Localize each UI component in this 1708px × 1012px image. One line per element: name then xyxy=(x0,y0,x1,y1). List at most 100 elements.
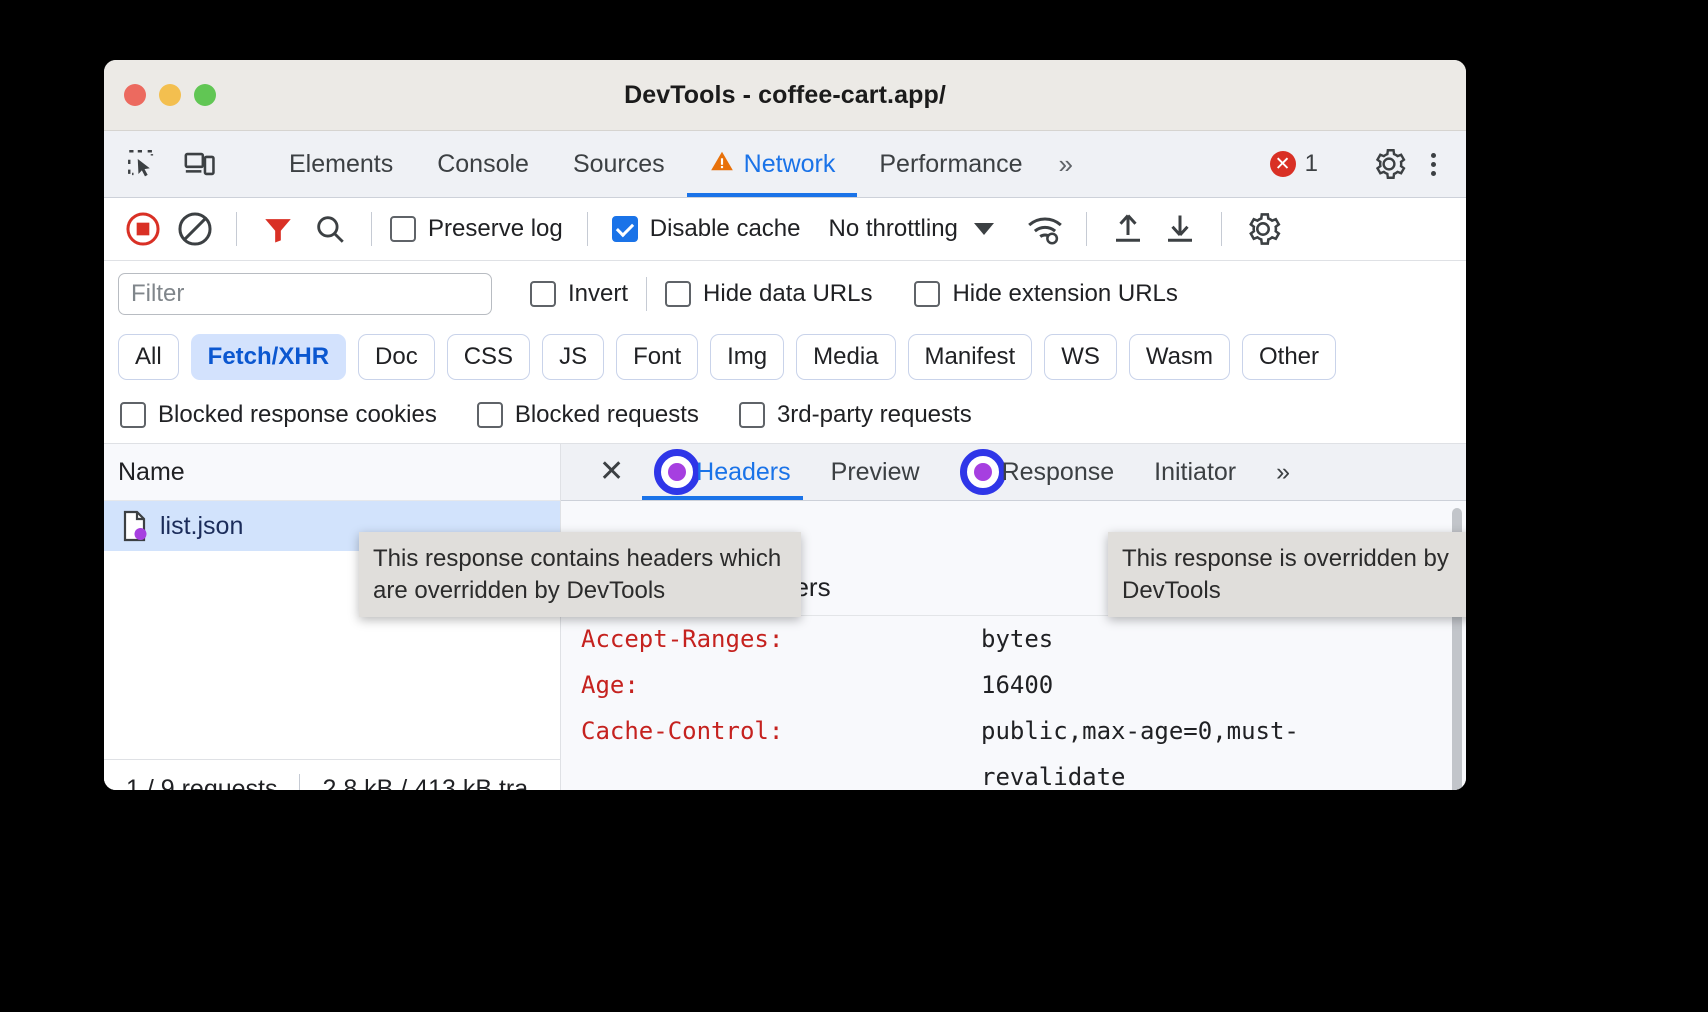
hide-data-urls-label: Hide data URLs xyxy=(703,280,872,308)
tab-initiator[interactable]: Initiator xyxy=(1134,444,1256,500)
more-tabs-icon[interactable]: » xyxy=(1044,131,1086,197)
third-party-requests-box[interactable] xyxy=(739,402,765,428)
preserve-log-box[interactable] xyxy=(390,216,416,242)
requests-count-label: 1 / 9 requests xyxy=(104,775,299,791)
headers-override-badge-icon xyxy=(654,449,700,495)
window-title-bar: DevTools - coffee-cart.app/ xyxy=(104,60,1466,131)
tabbar-left-icons xyxy=(104,131,267,197)
tab-initiator-label: Initiator xyxy=(1154,458,1236,487)
header-value[interactable]: public,max-age=0,must-revalidate xyxy=(981,708,1411,790)
response-override-tooltip: This response is overridden by DevTools xyxy=(1108,532,1466,617)
filter-input[interactable] xyxy=(118,273,492,315)
network-settings-gear-icon[interactable] xyxy=(1240,206,1286,252)
throttling-dropdown[interactable]: No throttling xyxy=(828,215,993,243)
chip-wasm[interactable]: Wasm xyxy=(1129,334,1230,380)
toolbar-divider xyxy=(236,212,237,246)
chip-font[interactable]: Font xyxy=(616,334,698,380)
third-party-requests-label: 3rd-party requests xyxy=(777,401,972,429)
clear-icon[interactable] xyxy=(172,206,218,252)
chip-css[interactable]: CSS xyxy=(447,334,530,380)
chip-manifest[interactable]: Manifest xyxy=(908,334,1033,380)
blocked-requests-checkbox[interactable]: Blocked requests xyxy=(477,401,699,429)
invert-checkbox[interactable]: Invert xyxy=(530,280,628,308)
disable-cache-label: Disable cache xyxy=(650,215,801,243)
hide-extension-urls-label: Hide extension URLs xyxy=(952,280,1177,308)
tab-network-label: Network xyxy=(744,150,836,179)
preserve-log-checkbox[interactable]: Preserve log xyxy=(390,215,563,243)
header-value[interactable]: 16400 xyxy=(981,662,1053,708)
header-value[interactable]: bytes xyxy=(981,616,1053,662)
chip-js[interactable]: JS xyxy=(542,334,604,380)
wifi-settings-icon[interactable] xyxy=(1022,206,1068,252)
blocked-response-cookies-label: Blocked response cookies xyxy=(158,401,437,429)
record-stop-icon[interactable] xyxy=(120,206,166,252)
toolbar-divider xyxy=(587,212,588,246)
chevron-down-icon xyxy=(974,223,994,235)
header-name: Cache-Control: xyxy=(581,708,981,790)
tab-performance[interactable]: Performance xyxy=(857,131,1044,197)
error-count-label: 1 xyxy=(1305,150,1318,178)
toolbar-divider xyxy=(1086,212,1087,246)
chip-other[interactable]: Other xyxy=(1242,334,1336,380)
disable-cache-checkbox[interactable]: Disable cache xyxy=(612,215,801,243)
tab-headers[interactable]: Headers xyxy=(634,444,811,500)
blocked-response-cookies-checkbox[interactable]: Blocked response cookies xyxy=(120,401,437,429)
tab-elements[interactable]: Elements xyxy=(267,131,415,197)
search-icon[interactable] xyxy=(307,206,353,252)
transferred-size-label: 2.8 kB / 413 kB tra xyxy=(300,775,550,791)
blocked-requests-label: Blocked requests xyxy=(515,401,699,429)
tab-network[interactable]: Network xyxy=(687,131,858,197)
download-har-icon[interactable] xyxy=(1157,206,1203,252)
devtools-window: DevTools - coffee-cart.app/ Eleme xyxy=(104,60,1466,790)
chip-fetch-xhr[interactable]: Fetch/XHR xyxy=(191,334,346,380)
chip-all[interactable]: All xyxy=(118,334,179,380)
filter-row: Invert Hide data URLs Hide extension URL… xyxy=(104,261,1466,327)
tab-preview[interactable]: Preview xyxy=(811,444,940,500)
chip-doc[interactable]: Doc xyxy=(358,334,435,380)
third-party-requests-checkbox[interactable]: 3rd-party requests xyxy=(739,401,972,429)
hide-data-urls-box[interactable] xyxy=(665,281,691,307)
tab-response[interactable]: Response xyxy=(940,444,1135,500)
network-toolbar: Preserve log Disable cache No throttling xyxy=(104,198,1466,261)
detail-panel-tabs: ✕ Headers Preview Response Initiator » xyxy=(561,444,1466,501)
tab-console[interactable]: Console xyxy=(415,131,551,197)
header-row-cache-control: Cache-Control: public,max-age=0,must-rev… xyxy=(561,708,1466,790)
invert-label: Invert xyxy=(568,280,628,308)
chip-media[interactable]: Media xyxy=(796,334,895,380)
resource-type-chips: All Fetch/XHR Doc CSS JS Font Img Media … xyxy=(104,327,1466,387)
throttling-value: No throttling xyxy=(828,215,957,243)
gear-icon[interactable] xyxy=(1369,144,1409,184)
page-title: DevTools - coffee-cart.app/ xyxy=(104,81,1466,110)
filter-icon[interactable] xyxy=(255,206,301,252)
upload-har-icon[interactable] xyxy=(1105,206,1151,252)
network-status-bar: 1 / 9 requests 2.8 kB / 413 kB tra xyxy=(104,759,560,790)
hide-extension-urls-checkbox[interactable]: Hide extension URLs xyxy=(914,280,1177,308)
tab-headers-label: Headers xyxy=(696,458,791,487)
error-icon: ✕ xyxy=(1270,151,1296,177)
disable-cache-box[interactable] xyxy=(612,216,638,242)
column-header-name[interactable]: Name xyxy=(104,444,560,501)
blocked-requests-box[interactable] xyxy=(477,402,503,428)
detail-tabs-overflow-icon[interactable]: » xyxy=(1256,444,1310,500)
invert-box[interactable] xyxy=(530,281,556,307)
tab-console-label: Console xyxy=(437,150,529,179)
toolbar-divider xyxy=(371,212,372,246)
blocked-response-cookies-box[interactable] xyxy=(120,402,146,428)
header-name: Age: xyxy=(581,662,981,708)
inspect-element-icon[interactable] xyxy=(122,144,162,184)
tabbar-right-icons: ✕ 1 xyxy=(1260,131,1466,197)
response-override-badge-icon xyxy=(960,449,1006,495)
chip-img[interactable]: Img xyxy=(710,334,784,380)
error-count-badge[interactable]: ✕ 1 xyxy=(1260,150,1328,178)
kebab-menu-icon[interactable] xyxy=(1415,153,1452,176)
additional-filters-row: Blocked response cookies Blocked request… xyxy=(104,387,1466,444)
tab-sources[interactable]: Sources xyxy=(551,131,687,197)
hide-extension-urls-box[interactable] xyxy=(914,281,940,307)
device-toolbar-icon[interactable] xyxy=(180,144,220,184)
close-icon[interactable]: ✕ xyxy=(589,457,634,487)
header-name: Accept-Ranges: xyxy=(581,616,981,662)
chip-ws[interactable]: WS xyxy=(1044,334,1117,380)
hide-data-urls-checkbox[interactable]: Hide data URLs xyxy=(665,280,872,308)
tab-performance-label: Performance xyxy=(879,150,1022,179)
toolbar-divider xyxy=(1221,212,1222,246)
